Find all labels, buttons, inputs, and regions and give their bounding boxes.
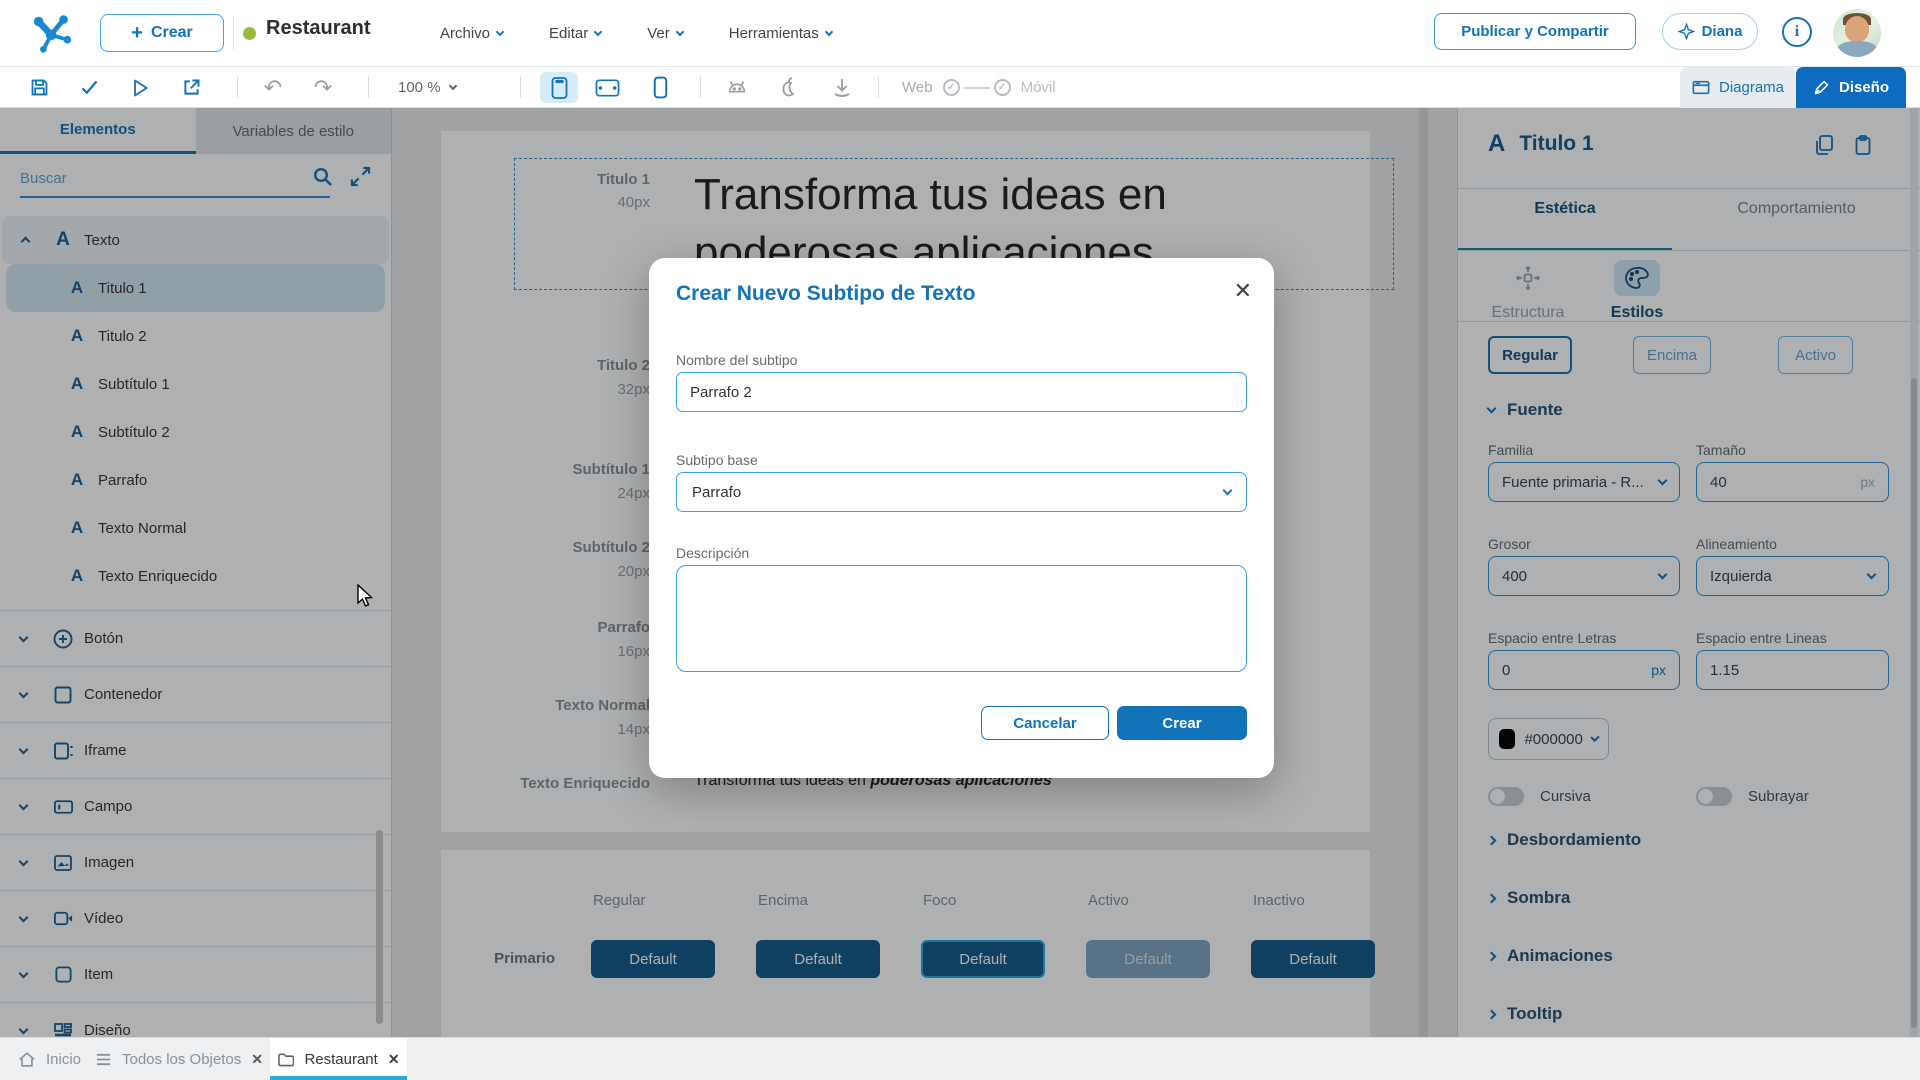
menu-herramientas[interactable]: Herramientas [729,25,832,42]
undo-icon[interactable]: ↶ [260,67,286,108]
app-logo-icon[interactable] [30,10,76,56]
movil-label: Móvil [1021,79,1056,96]
web-check-icon[interactable]: ✓ [943,79,960,96]
subtype-name-input[interactable] [676,372,1247,412]
bottom-tab-bar: Inicio Todos los Objetos ✕ Restaurant ✕ [0,1037,1920,1080]
info-glyph: i [1795,23,1799,41]
info-icon[interactable]: i [1782,17,1812,47]
bottom-tab-label: Restaurant [304,1051,377,1068]
subtype-name-label: Nombre del subtipo [676,352,797,368]
assistant-diana-button[interactable]: Diana [1662,13,1758,50]
active-tab-underline [270,1076,407,1080]
android-icon[interactable] [722,67,752,108]
bottom-tab-todos-los-objetos[interactable]: Todos los Objetos ✕ [95,1038,263,1080]
platform-toggle: Web ✓ ✓ Móvil [902,67,1056,108]
menu-archivo[interactable]: Archivo [440,25,503,42]
toolbar: ↶ ↷ 100 % [0,67,1920,108]
sparkle-icon [1678,23,1695,40]
header-divider [233,16,234,50]
menu-label: Archivo [440,25,490,42]
folder-icon [277,1052,294,1067]
chevron-down-icon [825,28,833,36]
close-icon[interactable]: ✕ [251,1051,263,1068]
assistant-label: Diana [1702,23,1743,40]
stack-icon [95,1052,112,1067]
web-label: Web [902,79,933,96]
save-icon[interactable] [26,67,52,108]
apple-icon[interactable] [774,67,802,108]
menu-label: Editar [549,25,588,42]
create-confirm-button[interactable]: Crear [1117,706,1247,740]
validate-check-icon[interactable] [76,67,102,108]
create-button[interactable]: + Crear [100,14,224,52]
menu-ver[interactable]: Ver [647,25,683,42]
bottom-tab-inicio[interactable]: Inicio [18,1038,81,1080]
avatar-face [1845,16,1869,42]
zoom-level-value: 100 % [398,79,441,96]
chevron-down-icon [448,82,456,90]
chevron-down-icon [675,28,683,36]
tab-diagrama[interactable]: Diagrama [1680,67,1796,108]
device-tablet-icon[interactable] [592,67,622,108]
bottom-tab-label: Inicio [46,1051,81,1068]
tab-diseno[interactable]: Diseño [1796,67,1906,108]
home-icon [18,1051,36,1068]
download-build-icon[interactable] [828,67,856,108]
base-subtype-select[interactable]: Parrafo [676,472,1247,512]
tab-diseno-label: Diseño [1839,79,1889,96]
avatar-shirt [1837,41,1877,57]
bottom-tab-restaurant[interactable]: Restaurant ✕ [270,1038,407,1080]
plus-icon: + [131,23,143,43]
description-label: Descripción [676,545,749,561]
app-window: + Crear Restaurant Archivo Editar Ver He… [0,0,1920,1080]
toolbar-divider [520,77,521,98]
run-play-icon[interactable] [127,67,153,108]
mouse-cursor [356,584,374,608]
create-subtype-modal: Crear Nuevo Subtipo de Texto ✕ Nombre de… [649,258,1274,778]
create-button-label: Crear [151,24,193,42]
toolbar-divider [700,77,701,98]
user-avatar[interactable] [1833,9,1881,57]
project-status-dot [243,27,256,40]
menu-label: Herramientas [729,25,819,42]
tab-diagrama-label: Diagrama [1719,79,1784,96]
chevron-down-icon [496,28,504,36]
base-subtype-value: Parrafo [692,484,741,501]
bottom-tab-label: Todos los Objetos [122,1051,241,1068]
device-mobile-icon[interactable] [648,67,672,108]
view-mode-tabs: Diagrama Diseño [1680,67,1906,108]
close-icon[interactable]: ✕ [388,1051,400,1068]
chevron-down-icon [594,28,602,36]
toggle-connector [964,87,990,89]
base-subtype-label: Subtipo base [676,452,758,468]
export-icon[interactable] [178,67,204,108]
publish-share-button[interactable]: Publicar y Compartir [1434,13,1636,50]
chevron-down-icon [1223,486,1233,496]
cancel-button[interactable]: Cancelar [981,706,1109,740]
device-desktop-icon[interactable] [540,72,578,103]
menu-label: Ver [647,25,670,42]
design-pen-icon [1813,79,1830,96]
top-header: + Crear Restaurant Archivo Editar Ver He… [0,0,1920,67]
toolbar-divider [237,77,238,98]
zoom-level-control[interactable]: 100 % [398,67,456,108]
menu-editar[interactable]: Editar [549,25,601,42]
description-textarea[interactable] [676,565,1247,672]
movil-check-icon[interactable]: ✓ [994,79,1011,96]
toolbar-divider [878,77,879,98]
project-title: Restaurant [266,17,370,40]
close-icon[interactable]: ✕ [1234,278,1252,304]
diagram-window-icon [1692,80,1710,95]
toolbar-divider [368,77,369,98]
menu-bar: Archivo Editar Ver Herramientas [440,0,832,67]
redo-icon[interactable]: ↷ [310,67,336,108]
modal-title: Crear Nuevo Subtipo de Texto [676,282,976,306]
